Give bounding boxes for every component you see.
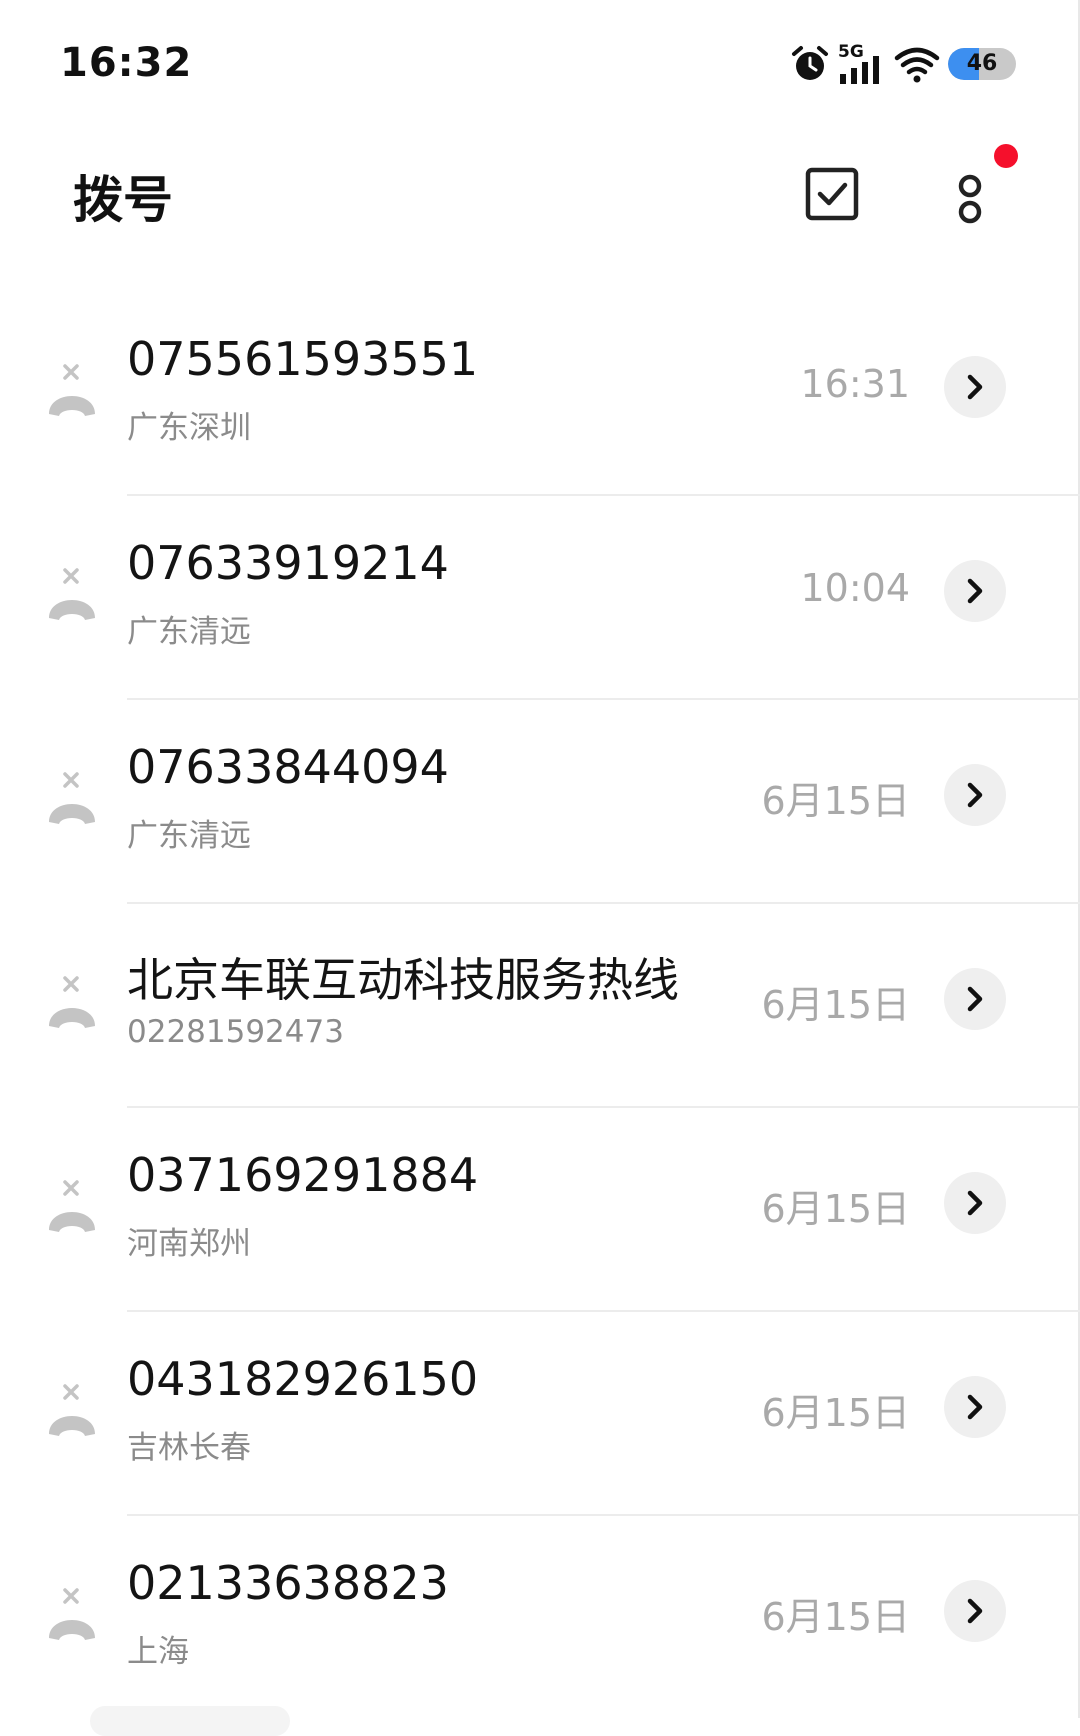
- contact-name: 02133638823: [127, 1556, 449, 1610]
- contact-name: 037169291884: [127, 1148, 479, 1202]
- call-time: 6月15日: [761, 779, 910, 823]
- chevron-right-icon: [967, 1598, 983, 1624]
- contact-name: 075561593551: [127, 332, 479, 386]
- bottom-sheet-hint: [90, 1706, 290, 1736]
- wifi-icon: [894, 47, 940, 83]
- missed-call-icon: [49, 568, 95, 620]
- call-log-row[interactable]: 北京车联互动科技服务热线 02281592473 6月15日: [0, 904, 1080, 1108]
- contact-location: 02281592473: [127, 1014, 344, 1050]
- call-log-row[interactable]: 037169291884 河南郑州 6月15日: [0, 1108, 1080, 1312]
- call-time: 6月15日: [761, 983, 910, 1027]
- contact-location: 上海: [127, 1634, 189, 1670]
- call-time: 10:04: [800, 566, 910, 610]
- call-details-button[interactable]: [944, 560, 1006, 622]
- missed-call-icon: [49, 1384, 95, 1436]
- call-time: 16:31: [800, 362, 910, 406]
- contact-location: 广东清远: [127, 614, 251, 650]
- contact-name: 北京车联互动科技服务热线: [127, 953, 679, 1007]
- battery-icon: 46: [948, 48, 1016, 80]
- call-details-button[interactable]: [944, 1580, 1006, 1642]
- call-log-list: 075561593551 广东深圳 16:31 07633919214 广东清远…: [0, 292, 1080, 1720]
- contact-location: 河南郑州: [127, 1226, 251, 1262]
- multi-select-checkbox-icon: [805, 167, 859, 221]
- call-time: 6月15日: [761, 1595, 910, 1639]
- contact-location: 广东深圳: [127, 410, 251, 446]
- contact-name: 043182926150: [127, 1352, 479, 1406]
- call-log-row[interactable]: 07633919214 广东清远 10:04: [0, 496, 1080, 700]
- chevron-right-icon: [967, 782, 983, 808]
- chevron-right-icon: [967, 1190, 983, 1216]
- call-details-button[interactable]: [944, 356, 1006, 418]
- call-log-row[interactable]: 043182926150 吉林长春 6月15日: [0, 1312, 1080, 1516]
- more-options-icon: [958, 174, 982, 224]
- notification-badge: [994, 144, 1018, 168]
- call-details-button[interactable]: [944, 764, 1006, 826]
- missed-call-icon: [49, 1588, 95, 1640]
- missed-call-icon: [49, 772, 95, 824]
- chevron-right-icon: [967, 1394, 983, 1420]
- call-details-button[interactable]: [944, 968, 1006, 1030]
- call-log-row[interactable]: 07633844094 广东清远 6月15日: [0, 700, 1080, 904]
- call-details-button[interactable]: [944, 1172, 1006, 1234]
- call-time: 6月15日: [761, 1391, 910, 1435]
- chevron-right-icon: [967, 578, 983, 604]
- contact-location: 广东清远: [127, 818, 251, 854]
- contact-name: 07633844094: [127, 740, 449, 794]
- app-header: 拨号: [0, 140, 1080, 250]
- call-log-row[interactable]: 075561593551 广东深圳 16:31: [0, 292, 1080, 496]
- battery-level: 46: [966, 51, 998, 76]
- contact-location: 吉林长春: [127, 1430, 251, 1466]
- cellular-signal-icon: [840, 56, 879, 84]
- alarm-icon: [792, 46, 828, 80]
- chevron-right-icon: [967, 374, 983, 400]
- multi-select-button[interactable]: [802, 164, 862, 224]
- chevron-right-icon: [967, 986, 983, 1012]
- page-title: 拨号: [73, 171, 173, 229]
- status-time: 16:32: [60, 40, 193, 86]
- status-bar: 16:32 5G 46: [0, 0, 1080, 130]
- call-time: 6月15日: [761, 1187, 910, 1231]
- missed-call-icon: [49, 976, 95, 1028]
- more-options-button[interactable]: [948, 160, 998, 240]
- call-log-row[interactable]: 02133638823 上海 6月15日: [0, 1516, 1080, 1720]
- missed-call-icon: [49, 364, 95, 416]
- call-details-button[interactable]: [944, 1376, 1006, 1438]
- contact-name: 07633919214: [127, 536, 449, 590]
- missed-call-icon: [49, 1180, 95, 1232]
